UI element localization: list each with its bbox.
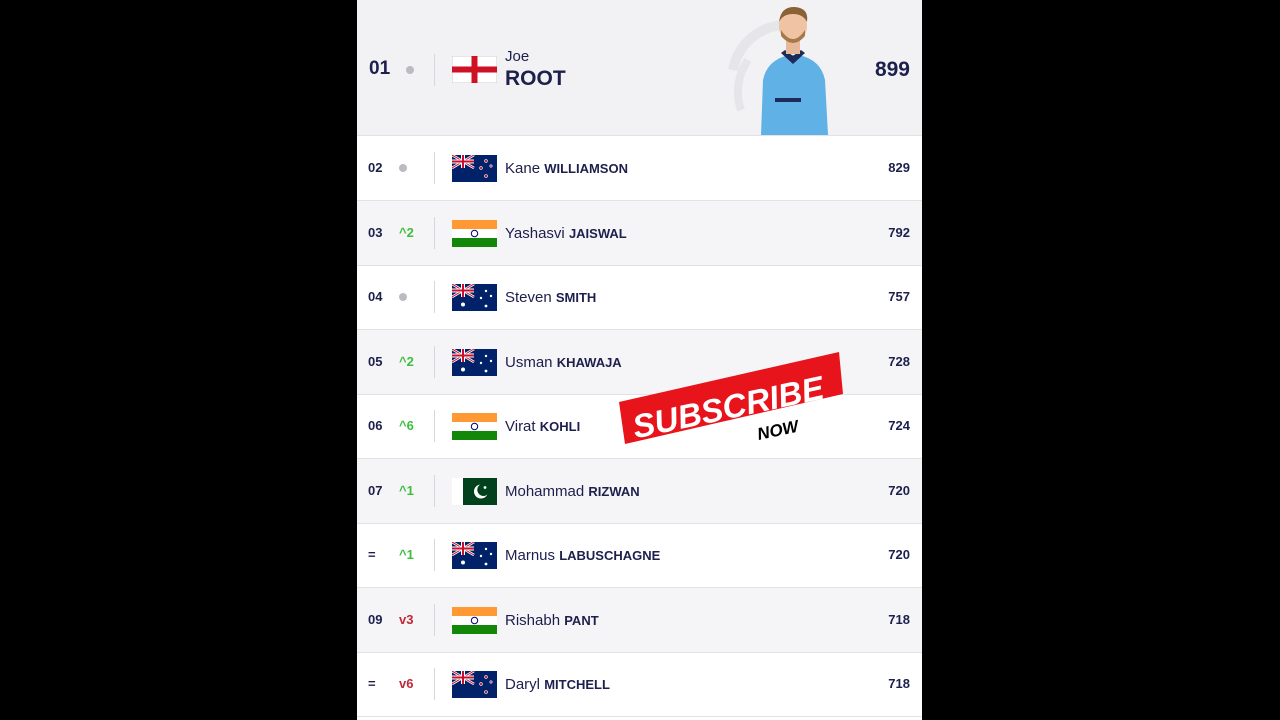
divider [434,54,435,86]
rank-up-indicator: ^2 [399,353,414,369]
player-last-name: JAISWAL [568,225,627,241]
player-first-name: Mohammad [505,482,585,500]
leader-rank: 01 [369,58,391,79]
rank-number: 09 [368,611,383,627]
rank-number: = [368,547,376,562]
player-first-name: Rishabh [505,611,561,629]
no-change-icon [406,66,414,74]
player-first-name: Daryl [505,676,541,693]
rank-down-indicator: v3 [399,611,414,627]
player-last-name: KHAWAJA [556,354,622,370]
rating-points: 724 [888,418,910,433]
divider [434,668,435,700]
divider [434,345,435,378]
pakistan-flag-icon [452,477,497,505]
player-name: Marnus LABUSCHAGNE [505,547,660,564]
rating-points: 718 [888,676,910,691]
ranking-row[interactable]: = ^1 Marnus LABUSCHAGNE 720 [357,523,922,588]
india-flag-icon [452,606,497,634]
player-first-name: Yashasvi [505,224,565,242]
player-name: Daryl MITCHELL [505,676,610,693]
australia-flag-icon [452,348,497,376]
rating-points: 718 [888,611,910,627]
rank-number: 05 [368,353,383,369]
player-first-name: Usman [505,353,553,371]
rating-points: 720 [888,482,910,498]
rating-points: 728 [888,353,910,369]
player-photo [728,6,828,135]
player-last-name: SMITH [555,290,597,305]
rank-number: 04 [368,289,383,304]
player-name: Rishabh PANT [505,612,599,629]
australia-flag-icon [452,542,497,569]
divider [434,474,435,507]
rank-number: 06 [368,418,383,433]
ranking-row[interactable]: 03 ^2 Yashasvi JAISWAL 792 [357,200,922,266]
player-last-name: KOHLI [539,419,581,434]
india-flag-icon [452,413,497,440]
rating-points: 757 [888,289,910,304]
player-last-name: WILLIAMSON [544,161,628,176]
divider [434,281,435,313]
leader-first-name: Joe [505,48,530,65]
player-first-name: Marnus [505,547,556,564]
ranking-row[interactable]: 02 Kane WILLIAMSON 829 [357,136,922,201]
rank-up-indicator: ^1 [399,482,414,498]
australia-flag-icon [452,284,497,311]
rank-number: 02 [368,160,383,175]
subscribe-now-banner[interactable]: SUBSCRIBE NOW [617,352,843,444]
player-last-name: LABUSCHAGNE [559,548,661,563]
rating-points: 720 [888,547,910,562]
new-zealand-flag-icon [452,155,497,182]
player-name: Kane WILLIAMSON [505,160,628,177]
divider [434,216,435,249]
player-last-name: RIZWAN [588,483,640,499]
rank-up-indicator: ^2 [399,224,414,240]
rating-points: 829 [888,160,910,175]
player-name: Yashasvi JAISWAL [505,225,627,242]
rating-points: 792 [888,224,910,240]
player-name: Usman KHAWAJA [505,354,622,371]
player-last-name: MITCHELL [544,677,610,692]
ranking-row[interactable]: 07 ^1 Mohammad RIZWAN 720 [357,458,922,524]
divider [434,539,435,571]
player-name: Steven SMITH [505,289,596,306]
ranking-row[interactable]: 09 v3 Rishabh PANT 718 [357,587,922,653]
player-name: Virat KOHLI [505,418,580,435]
no-change-icon [399,293,407,301]
player-first-name: Virat [505,418,536,435]
ranking-row[interactable]: = v6 Daryl MITCHELL 718 [357,652,922,717]
divider [434,603,435,636]
rank-down-indicator: v6 [399,676,414,691]
rank-number: = [368,676,376,691]
player-first-name: Steven [505,289,552,306]
india-flag-icon [452,219,497,247]
rank-up-indicator: ^6 [399,418,414,433]
divider [434,152,435,184]
rank-number: 03 [368,224,383,240]
england-flag-icon [452,56,497,83]
leader-points: 899 [874,58,910,81]
now-text: NOW [756,416,802,444]
player-first-name: Kane [505,160,541,177]
leader-last-name: ROOT [505,67,566,90]
rank-number: 07 [368,482,383,498]
new-zealand-flag-icon [452,671,497,698]
no-change-icon [399,164,407,172]
rank-up-indicator: ^1 [399,547,414,562]
player-name: Mohammad RIZWAN [505,483,640,500]
ranking-row[interactable]: 04 Steven SMITH 757 [357,265,922,330]
divider [434,410,435,442]
player-last-name: PANT [564,612,599,628]
leader-row[interactable]: 01 Joe ROOT 899 [357,0,922,136]
